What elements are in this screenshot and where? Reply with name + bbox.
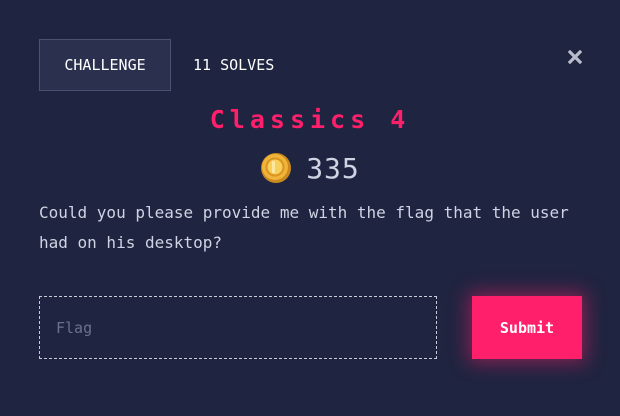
submit-button[interactable]: Submit (472, 296, 582, 359)
close-button[interactable] (562, 44, 588, 70)
tab-solves-label: 11 SOLVES (193, 56, 275, 74)
tab-challenge-label: CHALLENGE (64, 56, 146, 74)
challenge-description: Could you please provide me with the fla… (39, 203, 569, 252)
coin-icon (261, 153, 292, 183)
challenge-title: Classics 4 (209, 105, 411, 134)
close-icon (568, 50, 582, 64)
tab-solves[interactable]: 11 SOLVES (193, 39, 274, 91)
challenge-modal: CHALLENGE 11 SOLVES Classics 4 335 Could… (0, 0, 620, 416)
tab-challenge[interactable]: CHALLENGE (39, 39, 171, 91)
challenge-points: 335 (0, 149, 620, 187)
flag-input[interactable] (39, 296, 437, 359)
points-value: 335 (306, 151, 360, 185)
